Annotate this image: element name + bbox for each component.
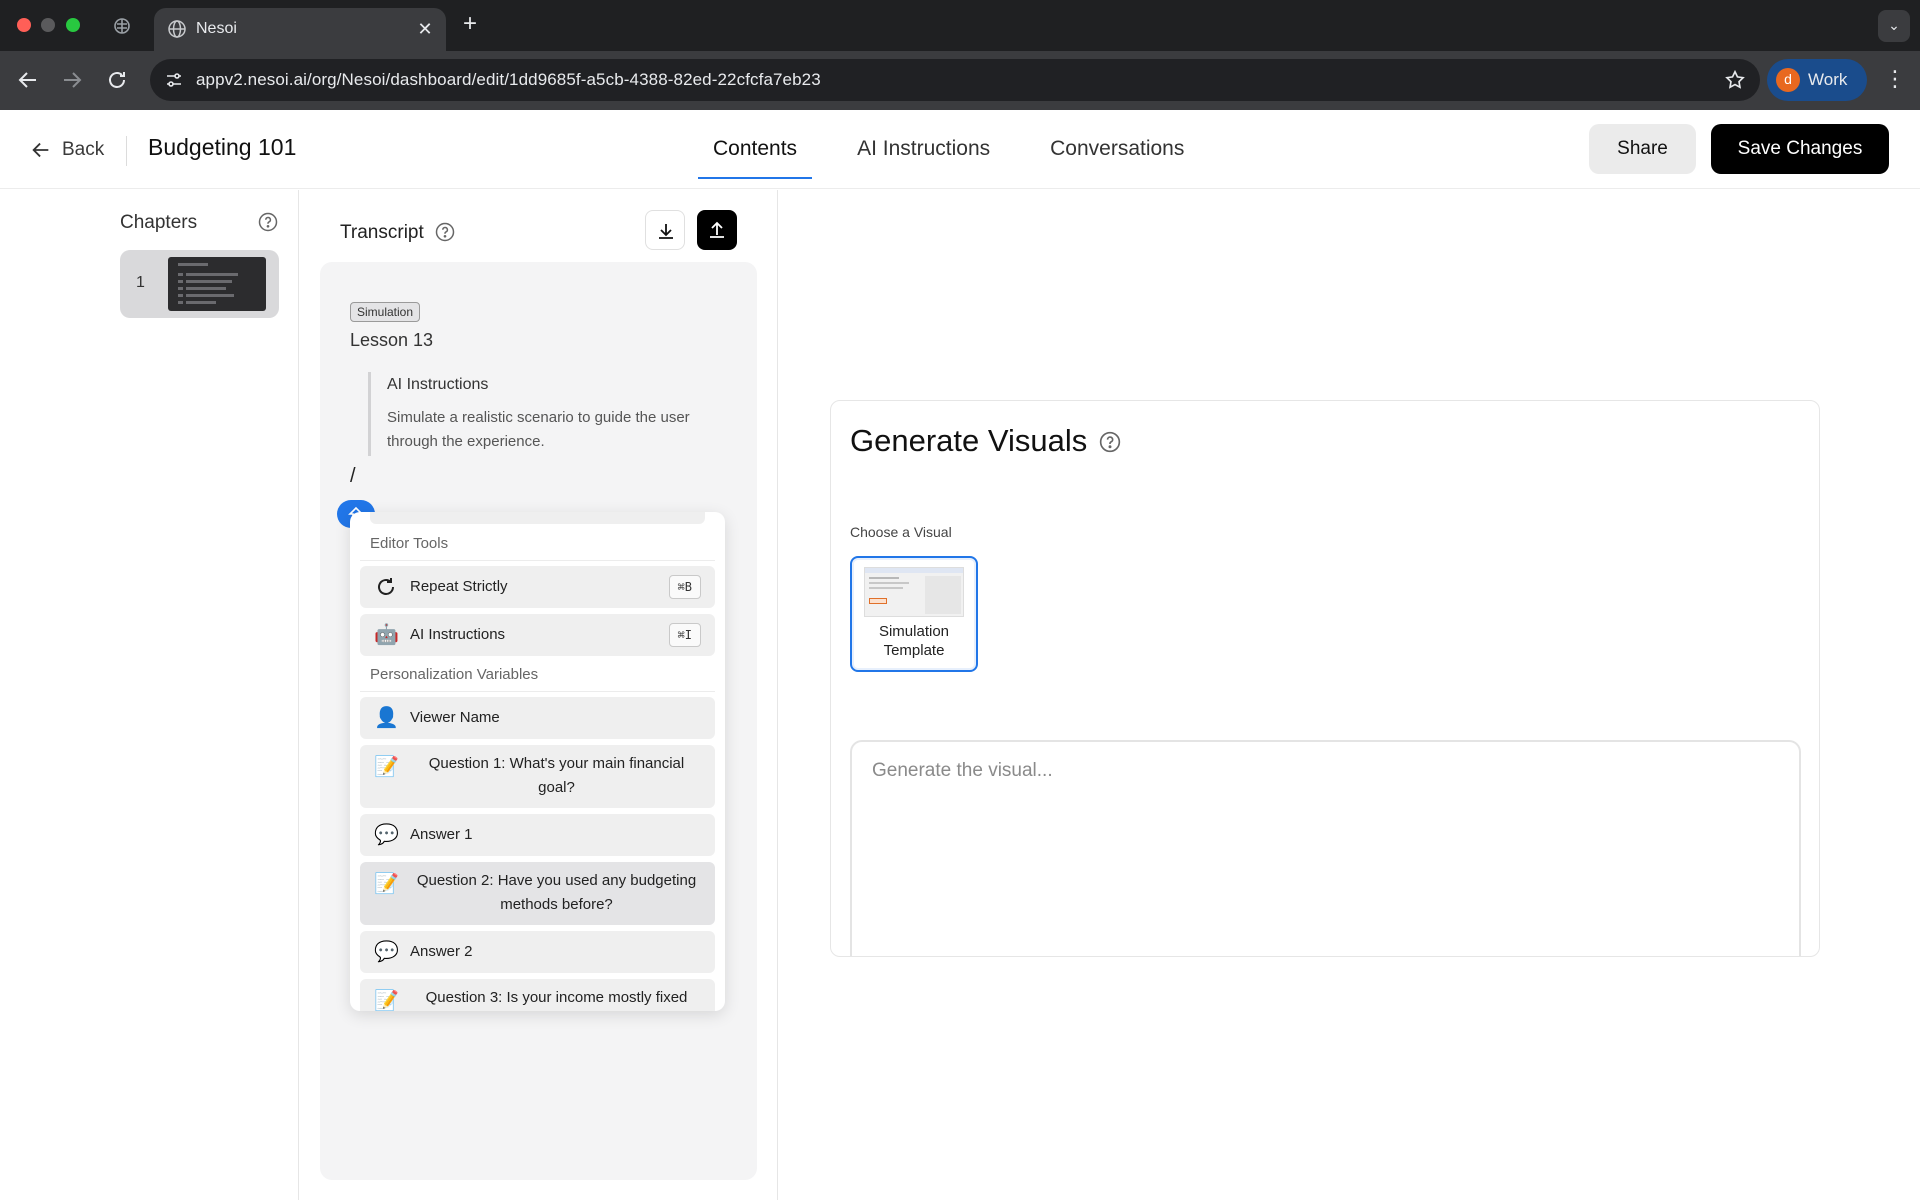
person-icon: 👤 xyxy=(374,707,399,729)
lesson-title: Lesson 13 xyxy=(350,330,434,350)
back-button[interactable]: Back xyxy=(30,136,104,164)
download-transcript-button[interactable] xyxy=(645,210,685,250)
bookmark-star-icon[interactable] xyxy=(1724,69,1746,91)
shortcut-badge: ⌘I xyxy=(668,623,701,647)
main-tabs: Contents AI Instructions Conversations xyxy=(698,110,1229,189)
chapters-title: Chapters xyxy=(120,212,198,233)
memo-icon: 📝 xyxy=(374,873,399,895)
variable-question-2[interactable]: 📝 Question 2: Have you used any budgetin… xyxy=(360,862,715,925)
window-maximize-button[interactable] xyxy=(66,18,80,32)
simulation-badge: Simulation xyxy=(350,302,421,322)
memo-icon: 📝 xyxy=(374,990,399,1011)
help-icon[interactable] xyxy=(1099,431,1121,453)
window-minimize-button[interactable] xyxy=(41,18,55,32)
variable-answer-1[interactable]: 💬 Answer 1 xyxy=(360,814,715,856)
header-divider xyxy=(126,136,127,166)
tab-group-icon[interactable] xyxy=(112,16,132,36)
robot-icon: 🤖 xyxy=(374,624,399,646)
save-changes-button[interactable]: Save Changes xyxy=(1711,124,1889,174)
variable-label: Question 1: What's your main financial g… xyxy=(428,755,685,796)
editor-tools-popup: Editor Tools Repeat Strictly ⌘B 🤖 AI Ins… xyxy=(350,512,725,1011)
memo-icon: 📝 xyxy=(374,756,399,778)
globe-icon xyxy=(168,20,186,38)
shortcut-badge: ⌘B xyxy=(668,575,701,599)
visual-option-label: Simulation Template xyxy=(878,623,950,659)
visual-option-simulation-template[interactable]: Simulation Template xyxy=(850,556,978,672)
repeat-icon xyxy=(378,578,394,595)
help-icon[interactable] xyxy=(258,212,278,232)
profile-button[interactable]: d Work xyxy=(1767,59,1867,101)
variable-question-3[interactable]: 📝 Question 3: Is your income mostly fixe… xyxy=(360,979,715,1011)
variable-label: Question 3: Is your income mostly fixed xyxy=(425,989,688,1006)
visual-thumbnail xyxy=(864,567,964,617)
tab-title: Nesoi xyxy=(196,20,237,37)
browser-tab[interactable]: Nesoi ✕ xyxy=(154,8,446,51)
tab-search-button[interactable]: ⌄ xyxy=(1878,10,1910,42)
chapters-sidebar: Chapters 1 xyxy=(0,190,299,1200)
menu-item-ai-instructions[interactable]: 🤖 AI Instructions ⌘I xyxy=(360,614,715,656)
variable-viewer-name[interactable]: 👤 Viewer Name xyxy=(360,697,715,739)
menu-item-label: AI Instructions xyxy=(410,626,506,643)
forward-arrow-icon[interactable] xyxy=(60,68,84,92)
share-button[interactable]: Share xyxy=(1589,124,1696,174)
divider xyxy=(360,691,715,692)
window-close-button[interactable] xyxy=(17,18,31,32)
menu-item-repeat-strictly[interactable]: Repeat Strictly ⌘B xyxy=(360,566,715,608)
app-header: Back Budgeting 101 Contents AI Instructi… xyxy=(0,110,1920,189)
upload-icon xyxy=(710,221,724,238)
profile-label: Work xyxy=(1808,70,1848,89)
url-text[interactable]: appv2.nesoi.ai/org/Nesoi/dashboard/edit/… xyxy=(196,70,821,90)
menu-item-label: Repeat Strictly xyxy=(410,578,508,595)
reload-icon[interactable] xyxy=(105,68,129,92)
avatar: d xyxy=(1776,68,1800,92)
transcript-title: Transcript xyxy=(340,222,424,243)
divider xyxy=(360,560,715,561)
site-settings-icon[interactable] xyxy=(164,70,184,90)
text-cursor: / xyxy=(350,465,356,487)
variable-label: Question 2: Have you used any budgeting … xyxy=(416,872,697,913)
back-label: Back xyxy=(62,139,105,160)
browser-tab-bar: Nesoi ✕ + ⌄ xyxy=(0,0,1920,51)
chapter-thumbnail xyxy=(168,257,266,311)
variable-answer-2[interactable]: 💬 Answer 2 xyxy=(360,931,715,973)
upload-transcript-button[interactable] xyxy=(697,210,737,250)
close-tab-icon[interactable]: ✕ xyxy=(414,18,436,40)
back-arrow-icon[interactable] xyxy=(16,68,40,92)
personalization-variables-heading: Personalization Variables xyxy=(370,666,539,683)
address-bar[interactable]: appv2.nesoi.ai/org/Nesoi/dashboard/edit/… xyxy=(150,59,1760,101)
download-icon xyxy=(659,224,673,239)
chapter-card[interactable]: 1 xyxy=(120,250,279,318)
variable-label: Answer 1 xyxy=(410,826,473,843)
variable-label: Viewer Name xyxy=(410,709,500,726)
choose-visual-label: Choose a Visual xyxy=(850,524,952,540)
browser-menu-icon[interactable]: ⋮ xyxy=(1884,68,1906,94)
page-title: Budgeting 101 xyxy=(148,134,297,160)
popup-scroll-strip xyxy=(370,512,705,524)
help-icon[interactable] xyxy=(435,222,455,242)
generate-visuals-panel: Generate Visuals Choose a Visual Simulat… xyxy=(830,400,1820,957)
ai-instructions-block[interactable]: AI Instructions Simulate a realistic sce… xyxy=(368,372,728,456)
tab-contents[interactable]: Contents xyxy=(698,110,813,189)
chapter-number: 1 xyxy=(136,274,145,291)
tab-ai-instructions[interactable]: AI Instructions xyxy=(842,110,1005,189)
variable-label: Answer 2 xyxy=(410,943,473,960)
generate-visuals-title: Generate Visuals xyxy=(850,423,1088,458)
ai-instructions-heading: AI Instructions xyxy=(387,376,489,393)
generate-visual-input[interactable] xyxy=(850,740,1801,956)
arrow-left-icon xyxy=(32,142,49,158)
editor-tools-heading: Editor Tools xyxy=(370,535,449,552)
tab-conversations[interactable]: Conversations xyxy=(1035,110,1199,189)
new-tab-button[interactable]: + xyxy=(458,12,482,36)
variable-question-1[interactable]: 📝 Question 1: What's your main financial… xyxy=(360,745,715,808)
ai-instructions-text: Simulate a realistic scenario to guide t… xyxy=(387,409,690,450)
browser-toolbar: appv2.nesoi.ai/org/Nesoi/dashboard/edit/… xyxy=(0,51,1920,110)
speech-bubble-icon: 💬 xyxy=(374,941,399,963)
speech-bubble-icon: 💬 xyxy=(374,824,399,846)
